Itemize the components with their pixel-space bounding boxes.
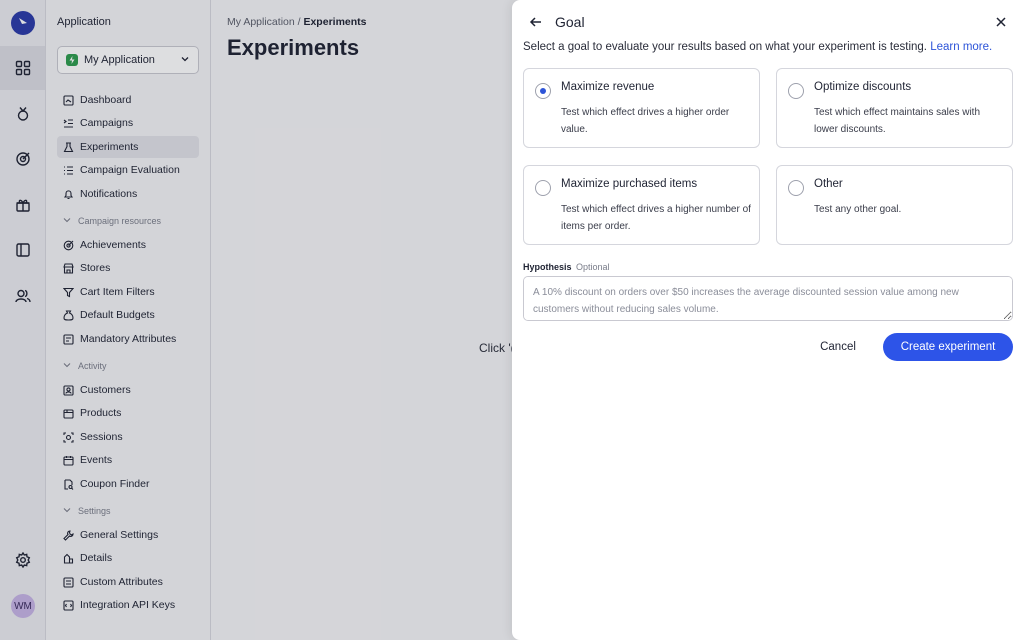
learn-more-link[interactable]: Learn more. (930, 41, 992, 53)
panel-description-text: Select a goal to evaluate your results b… (523, 41, 928, 53)
hypothesis-label-text: Hypothesis (523, 262, 572, 272)
goal-option-description: Test which effect drives a higher number… (561, 204, 751, 232)
panel-title: Goal (555, 14, 585, 30)
goal-radio[interactable] (788, 180, 804, 196)
hypothesis-optional-tag: Optional (576, 262, 610, 272)
goal-option-other[interactable]: Other Test any other goal. (776, 165, 1013, 245)
back-arrow-icon[interactable] (528, 14, 544, 30)
goal-option-title: Maximize purchased items (561, 178, 698, 190)
goal-radio[interactable] (788, 83, 804, 99)
goal-option-optimize-discounts[interactable]: Optimize discounts Test which effect mai… (776, 68, 1013, 148)
hypothesis-textarea[interactable] (523, 276, 1013, 321)
goal-radio[interactable] (535, 83, 551, 99)
hypothesis-label: Hypothesis Optional (523, 262, 610, 272)
goal-option-maximize-purchased-items[interactable]: Maximize purchased items Test which effe… (523, 165, 760, 245)
goal-radio[interactable] (535, 180, 551, 196)
goal-panel: Goal Select a goal to evaluate your resu… (512, 0, 1024, 640)
goal-option-description: Test which effect drives a higher order … (561, 107, 730, 135)
create-experiment-button[interactable]: Create experiment (883, 333, 1013, 361)
goal-option-title: Maximize revenue (561, 81, 655, 93)
goal-option-description: Test any other goal. (814, 204, 902, 215)
goal-option-title: Other (814, 178, 843, 190)
goal-option-description: Test which effect maintains sales with l… (814, 107, 981, 135)
goal-option-maximize-revenue[interactable]: Maximize revenue Test which effect drive… (523, 68, 760, 148)
cancel-button[interactable]: Cancel (808, 335, 868, 359)
goal-option-title: Optimize discounts (814, 81, 912, 93)
close-icon[interactable] (994, 15, 1008, 29)
panel-description: Select a goal to evaluate your results b… (523, 41, 992, 53)
